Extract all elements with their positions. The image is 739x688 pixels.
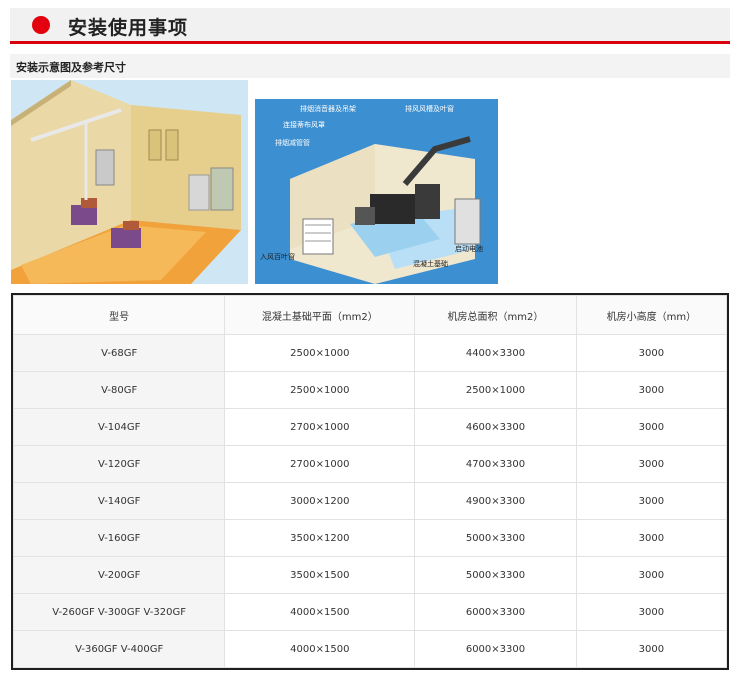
cell-foundation: 4000×1500 — [224, 593, 416, 631]
cell-foundation: 2500×1000 — [224, 371, 416, 409]
cell-foundation: 3500×1500 — [224, 556, 416, 594]
table-row: V-68GF 2500×1000 4400×3300 3000 — [12, 334, 728, 372]
cell-model: V-360GF V-400GF — [12, 630, 226, 668]
table-row: V-260GF V-300GF V-320GF 4000×1500 6000×3… — [12, 593, 728, 631]
label-exhaust-pipe: 排烟减管管 — [275, 138, 310, 147]
header-room-height: 机房小高度（mm） — [575, 295, 728, 335]
label-battery: 启动电池 — [455, 244, 483, 253]
cell-room-area: 4700×3300 — [414, 445, 577, 483]
cell-room-area: 5000×3300 — [414, 556, 577, 594]
subsection-title: 安装示意图及参考尺寸 — [16, 61, 126, 74]
cell-room-area: 4400×3300 — [414, 334, 577, 372]
table-header-row: 型号 混凝土基础平面（mm2） 机房总面积（mm2） 机房小高度（mm） — [12, 295, 728, 335]
cell-model: V-68GF — [12, 334, 226, 372]
label-foundation: 混凝土基础 — [413, 259, 448, 268]
cell-foundation: 2700×1000 — [224, 408, 416, 446]
table-row: V-140GF 3000×1200 4900×3300 3000 — [12, 482, 728, 520]
cell-foundation: 2500×1000 — [224, 334, 416, 372]
label-exhaust-louver: 排风风槽及叶窗 — [405, 104, 454, 113]
installation-diagram: 排烟消音器及吊架 排风风槽及叶窗 连接蒂布风罩 排烟减管管 入风百叶窗 启动电池… — [255, 99, 498, 284]
label-intake-louver: 入风百叶窗 — [260, 252, 295, 261]
cell-model: V-200GF — [12, 556, 226, 594]
cell-room-area: 4900×3300 — [414, 482, 577, 520]
cell-model: V-80GF — [12, 371, 226, 409]
label-muffler: 排烟消音器及吊架 — [300, 104, 356, 113]
cell-foundation: 3500×1200 — [224, 519, 416, 557]
header-model: 型号 — [12, 295, 226, 335]
cell-foundation: 2700×1000 — [224, 445, 416, 483]
red-dot-icon — [32, 16, 50, 34]
table-row: V-80GF 2500×1000 2500×1000 3000 — [12, 371, 728, 409]
cell-room-area: 6000×3300 — [414, 593, 577, 631]
header-room-area: 机房总面积（mm2） — [414, 295, 577, 335]
label-connector: 连接蒂布风罩 — [283, 120, 325, 129]
subsection-bar: 安装示意图及参考尺寸 — [10, 54, 730, 78]
cell-room-height: 3000 — [575, 334, 728, 372]
cell-foundation: 3000×1200 — [224, 482, 416, 520]
cell-room-area: 4600×3300 — [414, 408, 577, 446]
table-row: V-104GF 2700×1000 4600×3300 3000 — [12, 408, 728, 446]
cell-room-area: 6000×3300 — [414, 630, 577, 668]
generator-room-illustration — [11, 80, 248, 284]
cell-room-area: 2500×1000 — [414, 371, 577, 409]
cell-foundation: 4000×1500 — [224, 630, 416, 668]
cell-room-height: 3000 — [575, 593, 728, 631]
cell-model: V-260GF V-300GF V-320GF — [12, 593, 226, 631]
cell-room-height: 3000 — [575, 630, 728, 668]
cell-room-height: 3000 — [575, 482, 728, 520]
header-foundation: 混凝土基础平面（mm2） — [224, 295, 416, 335]
section-header: 安装使用事项 — [10, 8, 730, 44]
spec-table-grid: 型号 混凝土基础平面（mm2） 机房总面积（mm2） 机房小高度（mm） V-6… — [12, 295, 728, 668]
cell-model: V-140GF — [12, 482, 226, 520]
cell-room-height: 3000 — [575, 371, 728, 409]
cell-model: V-120GF — [12, 445, 226, 483]
cell-room-height: 3000 — [575, 408, 728, 446]
cell-room-area: 5000×3300 — [414, 519, 577, 557]
table-row: V-200GF 3500×1500 5000×3300 3000 — [12, 556, 728, 594]
cell-room-height: 3000 — [575, 519, 728, 557]
spec-table: 型号 混凝土基础平面（mm2） 机房总面积（mm2） 机房小高度（mm） V-6… — [11, 293, 729, 670]
table-row: V-120GF 2700×1000 4700×3300 3000 — [12, 445, 728, 483]
cell-room-height: 3000 — [575, 445, 728, 483]
table-row: V-360GF V-400GF 4000×1500 6000×3300 3000 — [12, 630, 728, 668]
cell-model: V-104GF — [12, 408, 226, 446]
page-title: 安装使用事项 — [68, 17, 189, 39]
cell-model: V-160GF — [12, 519, 226, 557]
table-row: V-160GF 3500×1200 5000×3300 3000 — [12, 519, 728, 557]
cell-room-height: 3000 — [575, 556, 728, 594]
